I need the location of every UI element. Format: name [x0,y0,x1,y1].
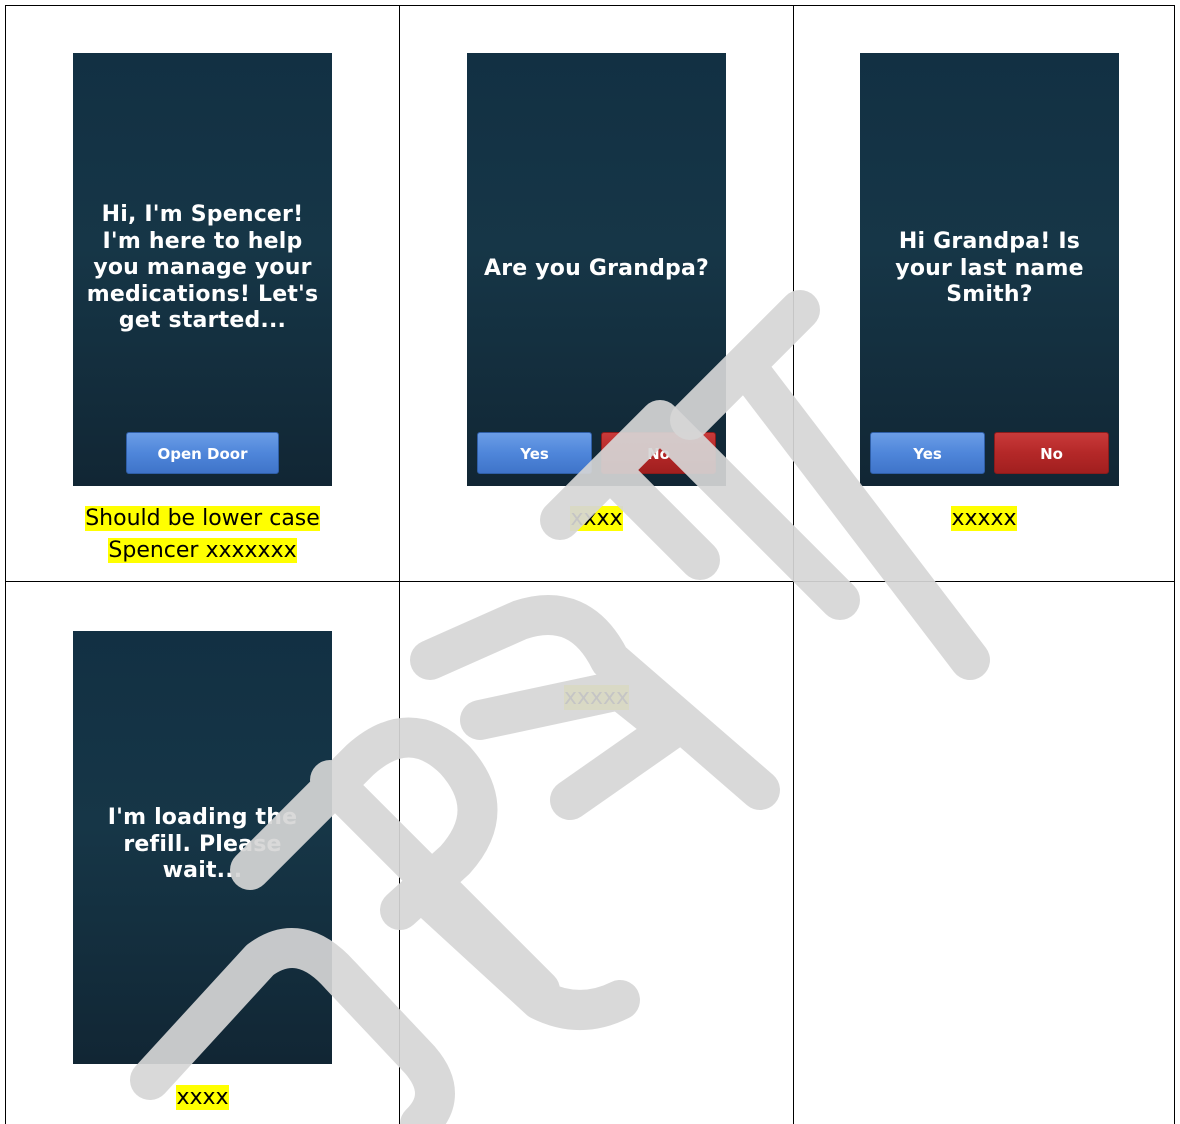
yes-button[interactable]: Yes [477,432,592,474]
table-cell-welcome: Hi, I'm Spencer! I'm here to help you ma… [6,6,399,581]
screen-message: Hi, I'm Spencer! I'm here to help you ma… [86,202,319,333]
screen-caption: xxxxx [400,682,793,714]
phone-screen-welcome: Hi, I'm Spencer! I'm here to help you ma… [73,53,332,486]
caption-line-1: xxxx [570,506,623,531]
table-cell-placeholder: xxxxx [400,582,793,1124]
caption-line-1: xxxxx [951,506,1017,531]
no-button[interactable]: No [601,432,716,474]
table-cell-identity-check: Are you Grandpa? Yes No xxxx [400,6,793,581]
caption-line-1: xxxxx [563,685,630,710]
table-border-right [1174,5,1175,1124]
phone-screen-last-name-check: Hi Grandpa! Is your last name Smith? Yes… [860,53,1119,486]
caption-line-1: xxxx [176,1085,229,1110]
screen-caption: xxxxx [794,503,1174,535]
caption-line-1: Should be lower case [85,506,320,531]
screen-caption: Should be lower case Spencer xxxxxxx [6,503,399,567]
phone-screen-identity-check: Are you Grandpa? Yes No [467,53,726,486]
open-door-button[interactable]: Open Door [126,432,279,474]
phone-screen-loading: I'm loading the refill. Please wait... [73,631,332,1064]
screen-message: Hi Grandpa! Is your last name Smith? [895,229,1084,307]
no-button[interactable]: No [994,432,1109,474]
screen-message: I'm loading the refill. Please wait... [107,805,298,883]
screen-message: Are you Grandpa? [484,256,709,281]
table-cell-empty [794,582,1174,1124]
caption-line-2: Spencer xxxxxxx [108,538,297,563]
table-cell-last-name-check: Hi Grandpa! Is your last name Smith? Yes… [794,6,1174,581]
yes-button[interactable]: Yes [870,432,985,474]
table-cell-loading: I'm loading the refill. Please wait... x… [6,582,399,1124]
screen-caption: xxxx [6,1082,399,1114]
screen-caption: xxxx [400,503,793,535]
